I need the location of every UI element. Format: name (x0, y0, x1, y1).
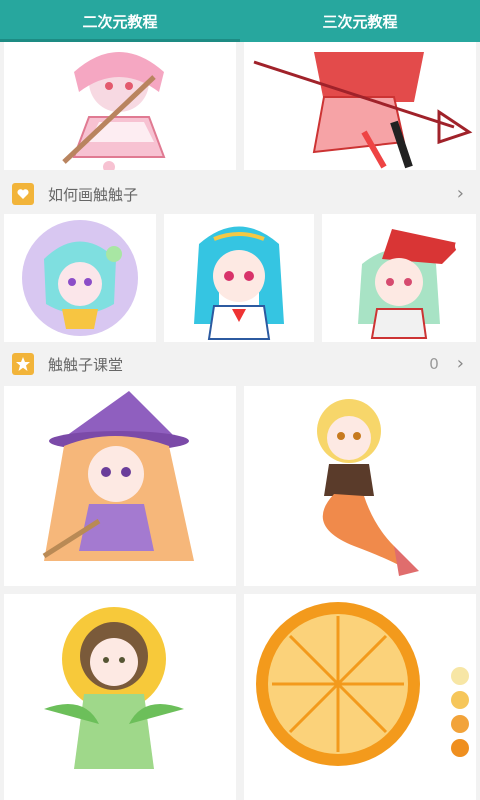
top-tab-bar: 二次元教程 三次元教程 (0, 0, 480, 42)
grid-card-sunflower[interactable] (4, 594, 236, 800)
star-icon (12, 353, 34, 375)
chibi-shrimp-mermaid-illustration (317, 399, 419, 576)
grid-card-3[interactable] (322, 214, 476, 342)
chibi-girl-cyan-hair-illustration (194, 226, 284, 340)
grid-card-mermaid[interactable] (244, 386, 476, 586)
classroom-count: 0 (429, 355, 439, 373)
chevron-right-icon[interactable]: › (457, 185, 464, 203)
chibi-girl-pink-illustration (62, 52, 166, 170)
tab-2d-tutorial[interactable]: 二次元教程 (0, 0, 240, 42)
tab-3d-label: 三次元教程 (322, 12, 398, 31)
section-title-howto: 如何画触触子 (48, 185, 139, 204)
section-header-howto[interactable]: 如何画触触子 › (0, 174, 480, 214)
grid-card-2[interactable] (164, 214, 314, 342)
chevron-right-icon[interactable]: › (457, 355, 464, 373)
tab-3d-tutorial[interactable]: 三次元教程 (240, 0, 480, 42)
tab-2d-label: 二次元教程 (82, 12, 158, 31)
chibi-sunflower-girl-illustration (44, 607, 184, 769)
grid-card-witch[interactable] (4, 386, 236, 586)
top-card-right[interactable] (244, 42, 476, 170)
orange-slice-illustration (256, 602, 469, 766)
chibi-girl-red-illustration (253, 52, 473, 169)
top-card-left[interactable] (4, 42, 236, 170)
section-title-classroom: 触触子课堂 (48, 355, 124, 374)
heart-icon (12, 183, 34, 205)
chibi-witch-girl-illustration (42, 391, 194, 561)
chibi-girl-teal-purple-illustration (22, 220, 138, 336)
grid-card-1[interactable] (4, 214, 156, 342)
chibi-girl-christmas-hat-illustration (358, 229, 469, 339)
section-header-classroom[interactable]: 触触子课堂 0 › (0, 344, 480, 384)
grid-card-orange[interactable] (244, 594, 476, 800)
